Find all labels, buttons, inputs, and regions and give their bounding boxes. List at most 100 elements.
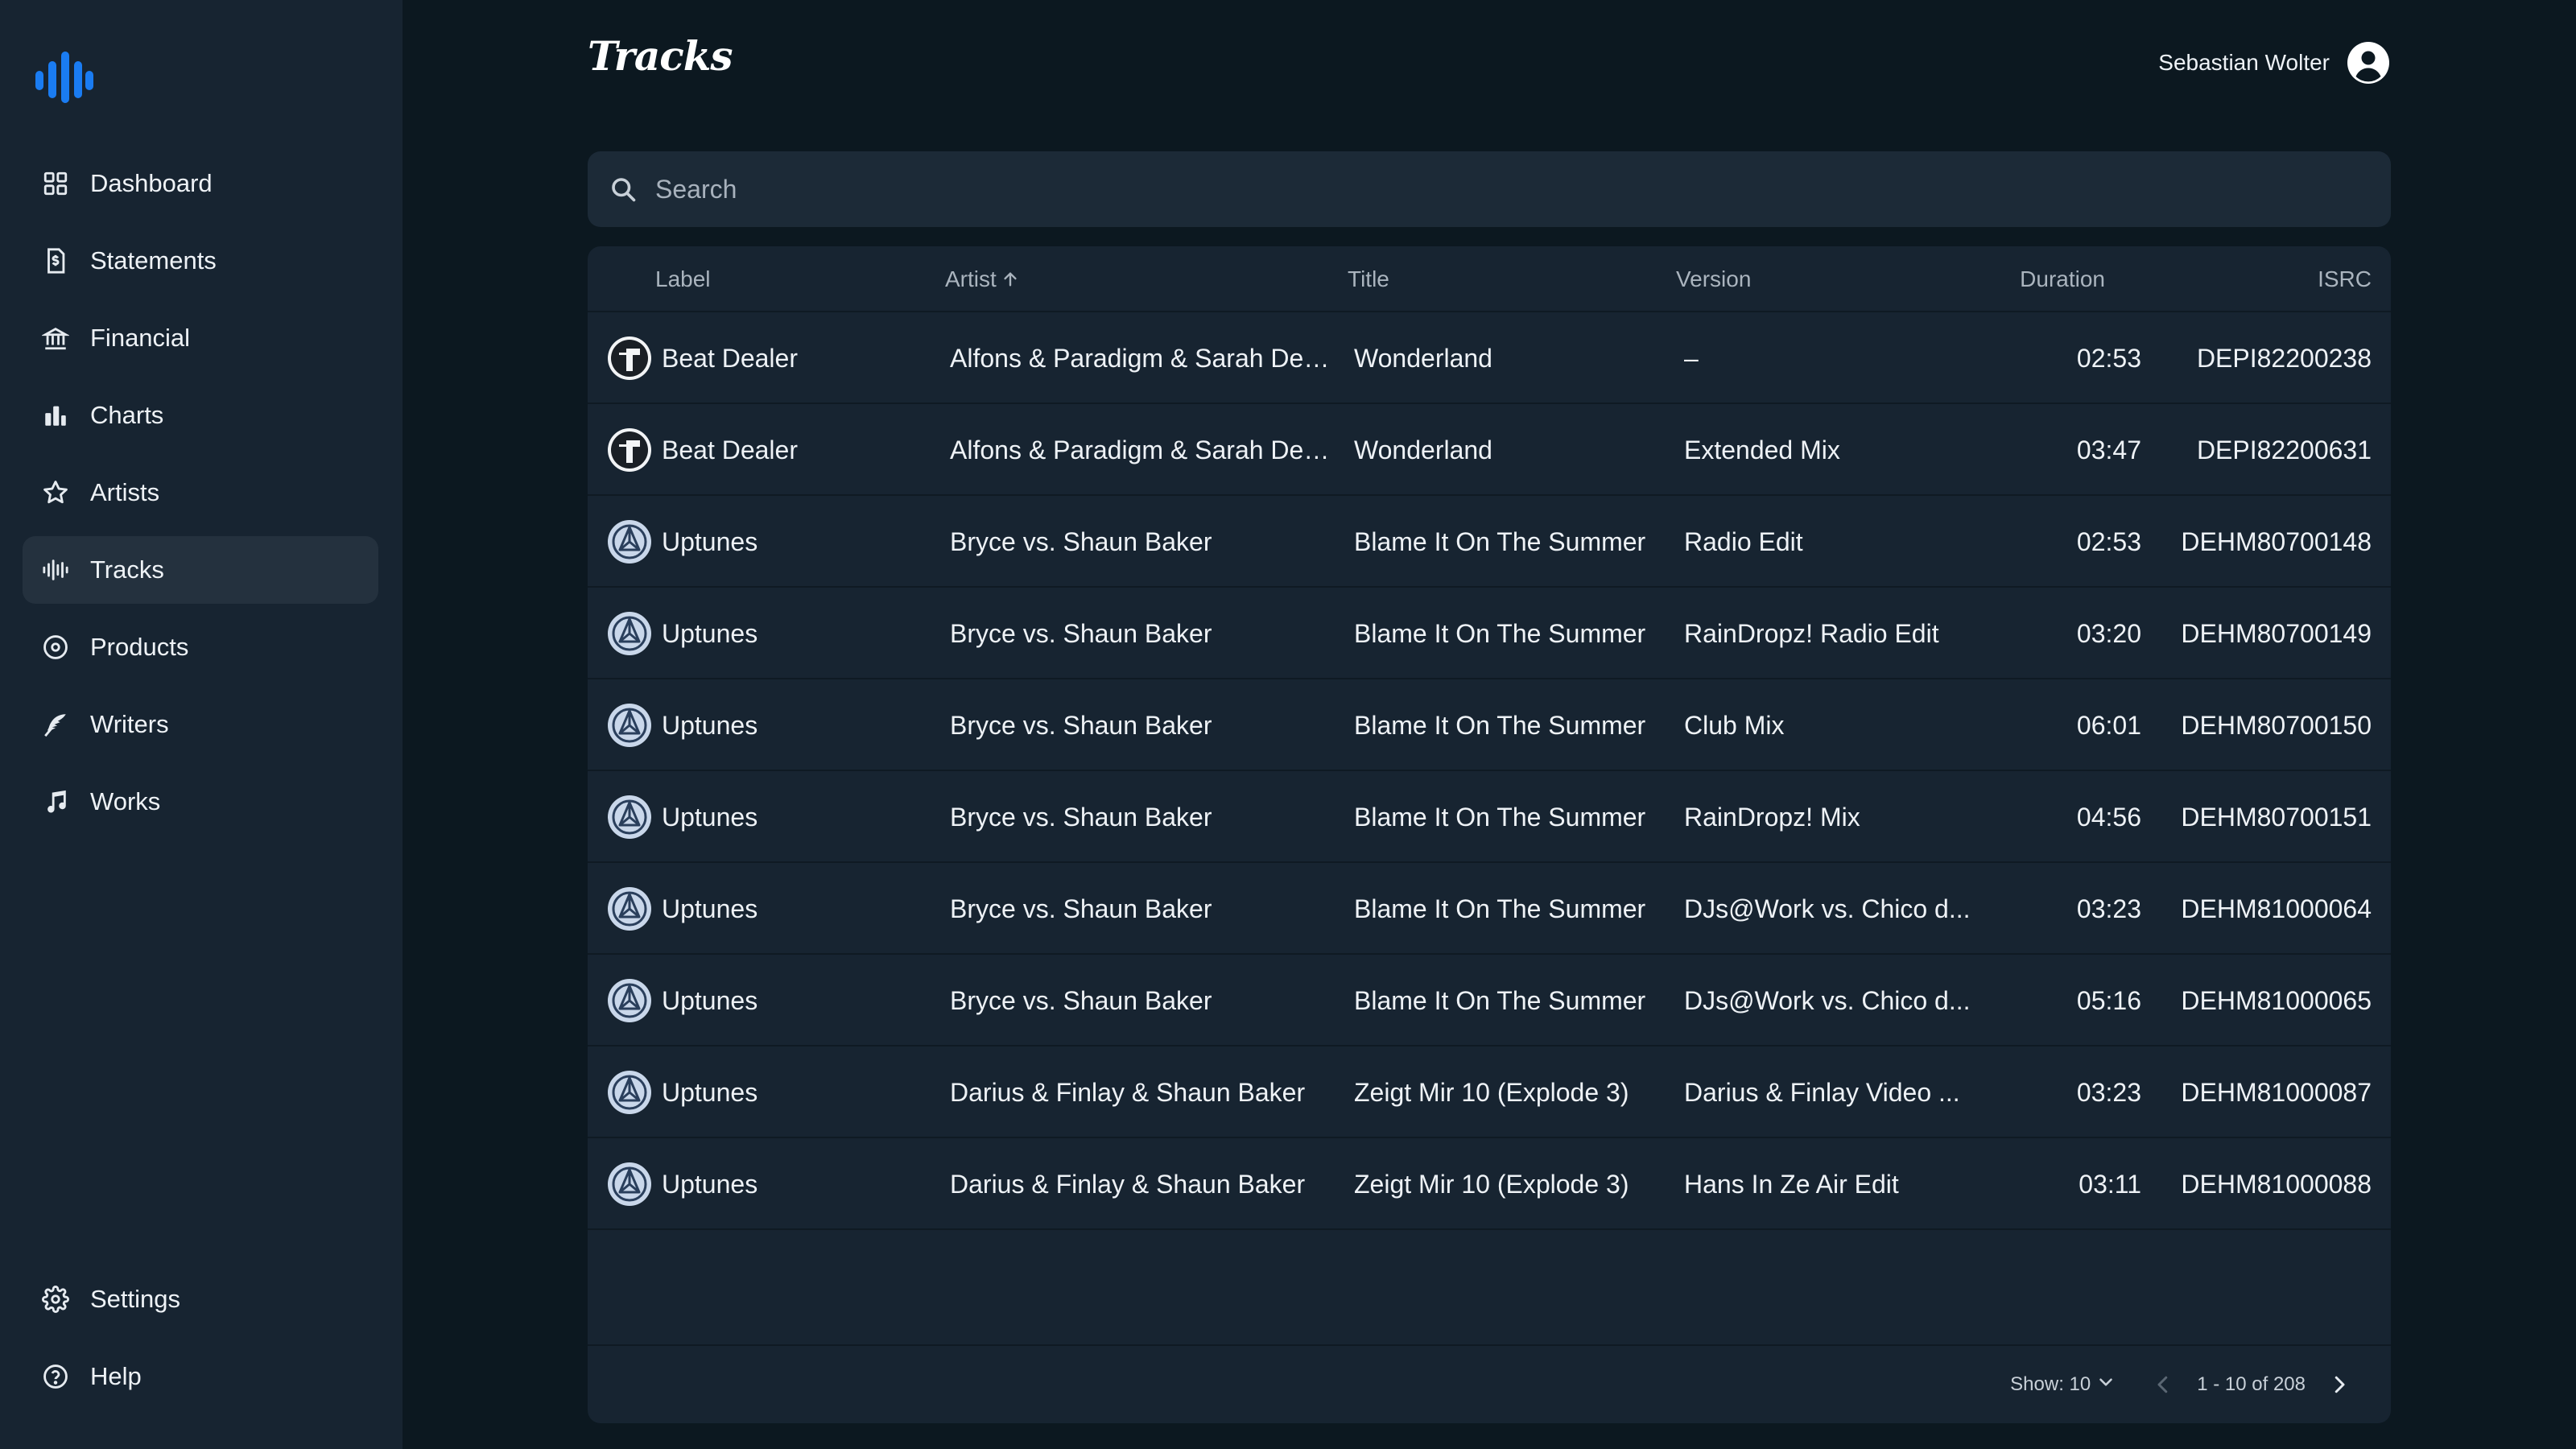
previous-page-button[interactable] xyxy=(2149,1370,2178,1399)
cell-isrc: DEHM80700148 xyxy=(2181,527,2372,556)
sidebar-item-label: Writers xyxy=(90,710,169,738)
chevron-down-icon xyxy=(2091,1372,2116,1398)
sidebar-item-charts[interactable]: Charts xyxy=(23,382,378,449)
cell-duration: 02:53 xyxy=(2076,344,2141,373)
uptunes-logo-icon xyxy=(607,886,652,931)
cell-title: Blame It On The Summer xyxy=(1354,803,1646,832)
cell-duration: 04:56 xyxy=(2076,803,2141,832)
beat-dealer-logo-icon xyxy=(607,427,652,473)
main-content: Tracks Sebastian Wolter Label Artist Tit… xyxy=(588,0,2391,1449)
search-input[interactable] xyxy=(655,174,2104,204)
cell-label: Uptunes xyxy=(662,986,758,1015)
sidebar-item-financial[interactable]: Financial xyxy=(23,304,378,372)
uptunes-logo-icon xyxy=(607,519,652,564)
cell-title: Wonderland xyxy=(1354,344,1492,373)
cell-duration: 03:23 xyxy=(2076,1078,2141,1107)
cell-label: Uptunes xyxy=(662,527,758,556)
sidebar-item-label: Products xyxy=(90,633,189,661)
uptunes-logo-icon xyxy=(607,611,652,656)
page-size-select[interactable]: Show: 10 xyxy=(2010,1372,2116,1398)
sidebar-item-settings[interactable]: Settings xyxy=(23,1265,378,1333)
table-row[interactable]: Uptunes Darius & Finlay & Shaun Baker Zeig… xyxy=(588,1046,2391,1138)
cell-isrc: DEHM80700151 xyxy=(2181,803,2372,832)
sidebar-item-writers[interactable]: Writers xyxy=(23,691,378,758)
uptunes-logo-icon xyxy=(607,795,652,840)
sidebar-bottom-nav: Settings Help xyxy=(23,1265,378,1420)
sidebar-item-label: Financial xyxy=(90,324,191,352)
pagination-bar: Show: 10 1 - 10 of 208 xyxy=(588,1344,2391,1423)
sidebar-nav: Dashboard Statements Financial Charts Ar… xyxy=(23,150,378,845)
table-row[interactable]: Uptunes Bryce vs. Shaun Baker Blame It On … xyxy=(588,955,2391,1046)
cell-label: Beat Dealer xyxy=(662,344,798,373)
uptunes-logo-icon xyxy=(607,703,652,748)
cell-duration: 03:47 xyxy=(2076,436,2141,464)
cell-label: Uptunes xyxy=(662,619,758,648)
cell-version: Hans In Ze Air Edit xyxy=(1684,1170,1899,1199)
gear-icon xyxy=(42,1286,69,1313)
cell-version: Extended Mix xyxy=(1684,436,1840,464)
sidebar-item-help[interactable]: Help xyxy=(23,1343,378,1410)
cell-title: Blame It On The Summer xyxy=(1354,711,1646,740)
cell-artist: Bryce vs. Shaun Baker xyxy=(950,986,1212,1015)
cell-isrc: DEPI82200631 xyxy=(2196,436,2372,464)
beat-dealer-logo-icon xyxy=(607,336,652,381)
cell-title: Blame It On The Summer xyxy=(1354,527,1646,556)
cell-version: Radio Edit xyxy=(1684,527,1803,556)
sidebar-item-statements[interactable]: Statements xyxy=(23,227,378,295)
cell-isrc: DEHM81000065 xyxy=(2181,986,2372,1015)
cell-artist: Darius & Finlay & Shaun Baker xyxy=(950,1170,1306,1199)
sidebar-item-label: Tracks xyxy=(90,555,164,584)
table-header: Label Artist Title Version Duration ISRC xyxy=(588,246,2391,312)
cell-duration: 03:20 xyxy=(2076,619,2141,648)
cell-version: DJs@Work vs. Chico d... xyxy=(1684,894,1971,923)
table-row[interactable]: Uptunes Bryce vs. Shaun Baker Blame It On … xyxy=(588,588,2391,679)
cell-label: Uptunes xyxy=(662,1078,758,1107)
chevron-left-icon xyxy=(2157,1376,2168,1393)
cell-artist: Alfons & Paradigm & Sarah De W... xyxy=(950,436,1336,464)
page-title: Tracks xyxy=(588,32,733,80)
sidebar-item-label: Works xyxy=(90,787,161,815)
cell-duration: 03:11 xyxy=(2079,1170,2141,1199)
disc-icon xyxy=(42,634,69,661)
music-note-icon xyxy=(42,788,69,815)
table-row[interactable]: Uptunes Darius & Finlay & Shaun Baker Zeig… xyxy=(588,1138,2391,1230)
table-row[interactable]: Uptunes Bryce vs. Shaun Baker Blame It On … xyxy=(588,863,2391,955)
search-icon xyxy=(609,175,638,204)
cell-isrc: DEHM81000064 xyxy=(2181,894,2372,923)
app-logo[interactable] xyxy=(34,50,93,103)
cell-artist: Darius & Finlay & Shaun Baker xyxy=(950,1078,1306,1107)
sidebar-item-label: Settings xyxy=(90,1285,181,1313)
user-avatar-icon[interactable] xyxy=(2346,40,2391,85)
user-menu[interactable]: Sebastian Wolter xyxy=(2158,39,2391,87)
cell-artist: Alfons & Paradigm & Sarah De W... xyxy=(950,344,1336,373)
cell-title: Zeigt Mir 10 (Explode 3) xyxy=(1354,1078,1629,1107)
table-row[interactable]: Beat Dealer Alfons & Paradigm & Sarah De … xyxy=(588,404,2391,496)
cell-duration: 03:23 xyxy=(2076,894,2141,923)
sidebar-item-artists[interactable]: Artists xyxy=(23,459,378,526)
table-row[interactable]: Uptunes Bryce vs. Shaun Baker Blame It On … xyxy=(588,771,2391,863)
cell-version: – xyxy=(1684,344,1699,373)
table-row[interactable]: Uptunes Bryce vs. Shaun Baker Blame It On … xyxy=(588,496,2391,588)
sidebar-item-dashboard[interactable]: Dashboard xyxy=(23,150,378,217)
cell-title: Wonderland xyxy=(1354,436,1492,464)
table-row[interactable]: Uptunes Bryce vs. Shaun Baker Blame It On … xyxy=(588,679,2391,771)
cell-artist: Bryce vs. Shaun Baker xyxy=(950,803,1212,832)
help-circle-icon xyxy=(42,1363,69,1390)
cell-artist: Bryce vs. Shaun Baker xyxy=(950,711,1212,740)
sidebar-item-products[interactable]: Products xyxy=(23,613,378,681)
cell-title: Blame It On The Summer xyxy=(1354,986,1646,1015)
star-icon xyxy=(42,479,69,506)
cell-isrc: DEHM81000088 xyxy=(2181,1170,2372,1199)
table-row[interactable]: Beat Dealer Alfons & Paradigm & Sarah De … xyxy=(588,312,2391,404)
table-body: Beat Dealer Alfons & Paradigm & Sarah De … xyxy=(588,312,2391,1230)
sidebar-item-works[interactable]: Works xyxy=(23,768,378,836)
column-header-isrc[interactable]: ISRC xyxy=(588,246,2372,312)
next-page-button[interactable] xyxy=(2325,1370,2354,1399)
sidebar-item-tracks[interactable]: Tracks xyxy=(23,536,378,604)
cell-label: Beat Dealer xyxy=(662,436,798,464)
cell-version: RainDropz! Radio Edit xyxy=(1684,619,1939,648)
cell-label: Uptunes xyxy=(662,803,758,832)
bar-chart-icon xyxy=(42,402,69,429)
cell-isrc: DEHM81000087 xyxy=(2181,1078,2372,1107)
search-bar[interactable] xyxy=(588,151,2391,227)
